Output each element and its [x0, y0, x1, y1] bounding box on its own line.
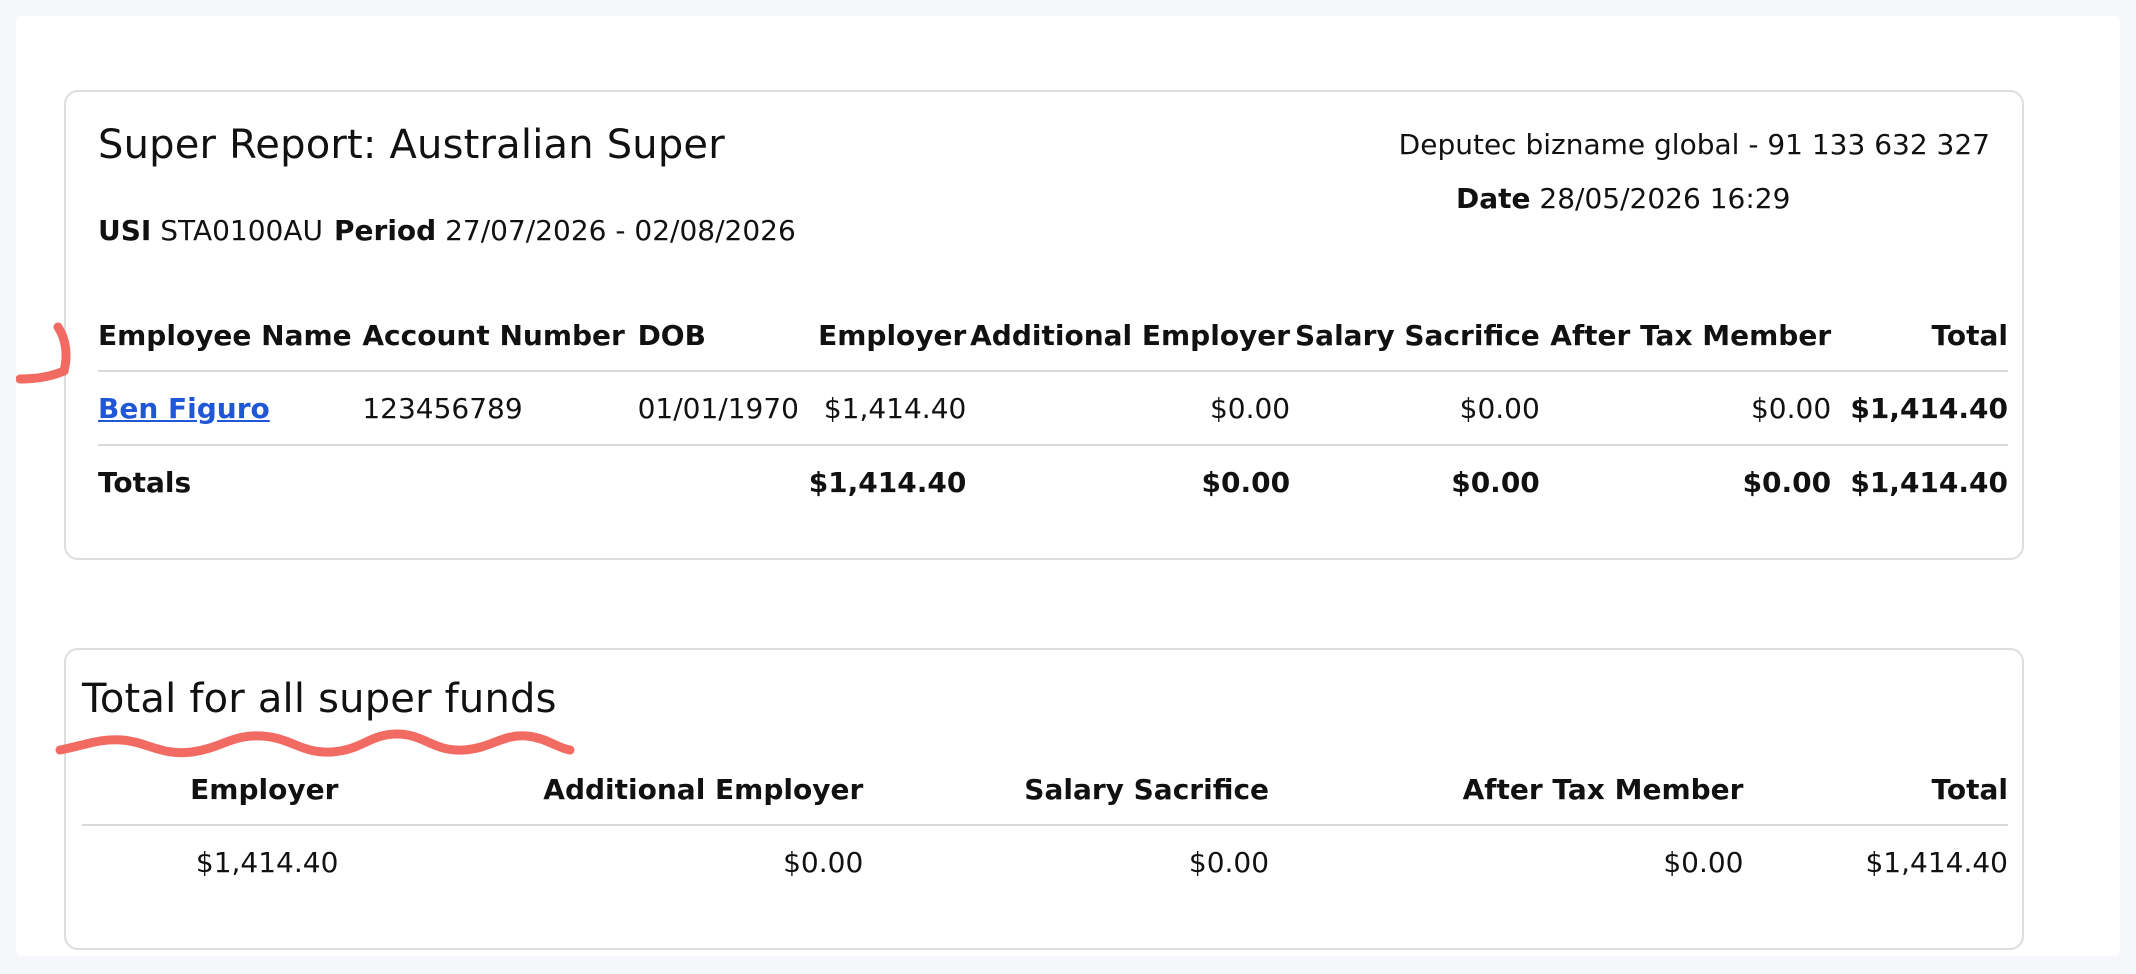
period-label: Period	[334, 214, 437, 247]
all-funds-card: Total for all super funds Employer Addit…	[64, 648, 2024, 950]
table-row: Ben Figuro 123456789 01/01/1970 $1,414.4…	[98, 371, 2008, 446]
totals-additional-employer: $0.00	[1201, 465, 1291, 499]
all-total-value: $1,414.40	[1865, 845, 2008, 879]
all-col-after-tax-member: After Tax Member	[1269, 754, 1744, 826]
period-value: 27/07/2026 - 02/08/2026	[445, 214, 796, 247]
all-additional-employer-value: $0.00	[783, 845, 864, 879]
table-header-row: Employee Name Account Number DOB Employe…	[98, 300, 2008, 372]
totals-label: Totals	[98, 465, 192, 499]
account-number-cell: 123456789	[362, 371, 638, 446]
date-value: 28/05/2026 16:29	[1539, 182, 1791, 215]
usi-value: STA0100AU	[160, 214, 323, 247]
super-report-table: Employee Name Account Number DOB Employe…	[98, 300, 2008, 518]
col-after-tax-member: After Tax Member	[1539, 300, 1832, 372]
annotation-tick-mark	[16, 322, 71, 384]
report-date: Date 28/05/2026 16:29	[1456, 182, 1790, 215]
total-cell: $1,414.40	[1831, 371, 2008, 446]
col-additional-employer: Additional Employer	[966, 300, 1291, 372]
all-salary-sacrifice-value: $0.00	[1188, 845, 1270, 879]
usi-label: USI	[98, 214, 152, 247]
report-usi: USI STA0100AU	[98, 214, 323, 247]
all-funds-values-row: $1,414.40 $0.00 $0.00 $0.00 $1,414.40	[82, 825, 2008, 898]
all-col-salary-sacrifice: Salary Sacrifice	[863, 754, 1270, 826]
employer-cell: $1,414.40	[798, 371, 967, 446]
super-report-card: Super Report: Australian Super USI STA01…	[64, 90, 2024, 560]
all-employer-value: $1,414.40	[195, 845, 339, 879]
salary-sacrifice-cell: $0.00	[1290, 371, 1540, 446]
col-dob: DOB	[637, 300, 799, 372]
totals-employer: $1,414.40	[808, 465, 967, 499]
totals-total: $1,414.40	[1850, 465, 2008, 499]
page-background: Super Report: Australian Super USI STA01…	[16, 16, 2120, 956]
totals-row: Totals $1,414.40 $0.00 $0.00 $0.00 $1,41…	[98, 445, 2008, 518]
dob-cell: 01/01/1970	[637, 371, 799, 446]
employee-link-ben-figuro[interactable]: Ben Figuro	[98, 392, 270, 425]
report-title: Super Report: Australian Super	[98, 122, 725, 168]
after-tax-member-cell: $0.00	[1539, 371, 1832, 446]
all-col-total: Total	[1743, 754, 2008, 826]
report-period: Period 27/07/2026 - 02/08/2026	[334, 214, 796, 247]
col-employer: Employer	[798, 300, 967, 372]
annotation-wavy-underline	[55, 729, 575, 758]
col-account-number: Account Number	[362, 300, 638, 372]
business-name: Deputec bizname global - 91 133 632 327	[1398, 128, 1990, 161]
col-employee-name: Employee Name	[98, 300, 363, 372]
totals-after-tax-member: $0.00	[1742, 465, 1832, 499]
all-funds-table: Employer Additional Employer Salary Sacr…	[82, 754, 2008, 898]
additional-employer-cell: $0.00	[966, 371, 1291, 446]
date-label: Date	[1456, 182, 1531, 215]
col-salary-sacrifice: Salary Sacrifice	[1290, 300, 1540, 372]
col-total: Total	[1831, 300, 2008, 372]
totals-salary-sacrifice: $0.00	[1451, 465, 1540, 499]
all-after-tax-member-value: $0.00	[1663, 845, 1744, 879]
